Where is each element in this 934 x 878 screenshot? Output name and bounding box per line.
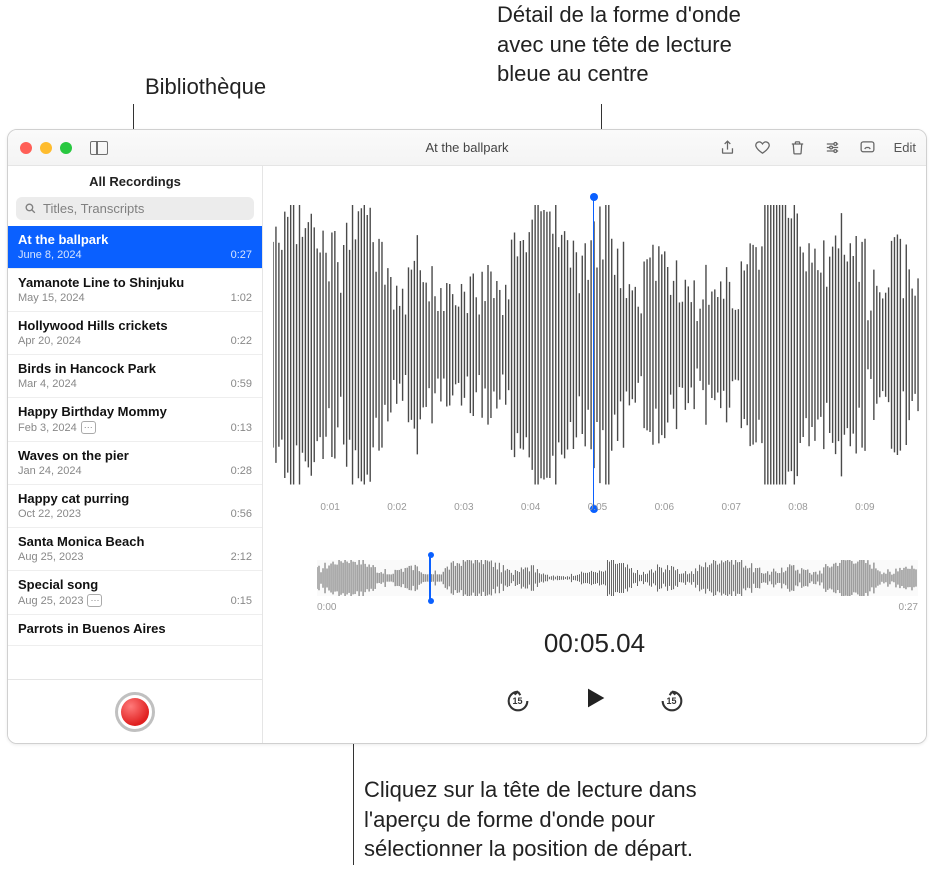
callout-overview: Cliquez sur la tête de lecture dans l'ap… — [364, 775, 697, 864]
recordings-list: At the ballpark June 8, 20240:27 Yamanote … — [8, 226, 262, 679]
time-tick: 0:04 — [521, 502, 540, 513]
recording-date: Feb 3, 2024⋯ — [18, 421, 252, 434]
recording-duration: 0:13 — [231, 422, 252, 434]
callout-text: Détail de la forme d'onde — [497, 0, 741, 30]
sidebar-header: All Recordings — [8, 166, 262, 197]
time-tick: 0:08 — [788, 502, 807, 513]
time-tick: 0:01 — [320, 502, 339, 513]
list-item[interactable]: Waves on the pier Jan 24, 20240:28 — [8, 442, 262, 485]
overview-labels: 0:00 0:27 — [317, 602, 918, 613]
titlebar: At the ballpark Edit — [8, 130, 926, 166]
time-tick: 0:07 — [721, 502, 740, 513]
recording-title: Yamanote Line to Shinjuku — [18, 275, 252, 290]
list-item[interactable]: Happy Birthday Mommy Feb 3, 2024⋯0:13 — [8, 398, 262, 442]
recording-date: Mar 4, 2024 — [18, 378, 252, 390]
skip-amount: 15 — [512, 696, 522, 706]
timecode: 00:05.04 — [263, 628, 926, 659]
skip-back-button[interactable]: 15 — [503, 686, 533, 716]
recording-title: Santa Monica Beach — [18, 534, 252, 549]
recording-duration: 0:59 — [231, 378, 252, 390]
recording-duration: 0:56 — [231, 508, 252, 520]
toolbar: Edit — [719, 139, 916, 156]
edit-button[interactable]: Edit — [894, 140, 916, 155]
callout-text: Cliquez sur la tête de lecture dans — [364, 775, 697, 805]
app-window: At the ballpark Edit All Recordings — [7, 129, 927, 744]
minimize-icon[interactable] — [40, 142, 52, 154]
search-input[interactable]: Titles, Transcripts — [16, 197, 254, 220]
settings-icon[interactable] — [824, 139, 841, 156]
overview-playhead[interactable] — [429, 554, 431, 602]
list-item[interactable]: Happy cat purring Oct 22, 20230:56 — [8, 485, 262, 528]
maximize-icon[interactable] — [60, 142, 72, 154]
recording-duration: 0:22 — [231, 335, 252, 347]
recording-date: June 8, 2024 — [18, 249, 252, 261]
list-item[interactable]: Parrots in Buenos Aires — [8, 615, 262, 646]
time-tick: 0:09 — [855, 502, 874, 513]
share-icon[interactable] — [719, 139, 736, 156]
overview-end: 0:27 — [899, 602, 918, 613]
overview-start: 0:00 — [317, 602, 336, 613]
list-item[interactable]: Birds in Hancock Park Mar 4, 20240:59 — [8, 355, 262, 398]
time-tick: 0:06 — [655, 502, 674, 513]
callout-text: avec une tête de lecture — [497, 30, 741, 60]
time-tick: 0:02 — [387, 502, 406, 513]
callout-waveform: Détail de la forme d'onde avec une tête … — [497, 0, 741, 89]
skip-forward-button[interactable]: 15 — [657, 686, 687, 716]
recording-title: Hollywood Hills crickets — [18, 318, 252, 333]
time-tick: 0:03 — [454, 502, 473, 513]
recording-title: Birds in Hancock Park — [18, 361, 252, 376]
waveform-detail[interactable] — [273, 200, 922, 490]
recording-date: Aug 25, 2023 — [18, 551, 252, 563]
trash-icon[interactable] — [789, 139, 806, 156]
search-icon — [24, 202, 37, 215]
record-area — [8, 679, 262, 743]
recording-duration: 2:12 — [231, 551, 252, 563]
callout-library: Bibliothèque — [145, 72, 266, 102]
recording-title: Waves on the pier — [18, 448, 252, 463]
recording-date: Aug 25, 2023⋯ — [18, 594, 252, 607]
play-button[interactable] — [581, 684, 609, 717]
recording-duration: 0:28 — [231, 465, 252, 477]
callout-text: bleue au centre — [497, 59, 741, 89]
transcript-badge-icon: ⋯ — [87, 594, 102, 607]
recording-title: Special song — [18, 577, 252, 592]
recording-title: Happy cat purring — [18, 491, 252, 506]
search-placeholder: Titles, Transcripts — [43, 201, 144, 216]
sidebar: All Recordings Titles, Transcripts At th… — [8, 166, 263, 743]
recording-title: At the ballpark — [18, 232, 252, 247]
recording-date: Jan 24, 2024 — [18, 465, 252, 477]
record-button[interactable] — [115, 692, 155, 732]
favorite-icon[interactable] — [754, 139, 771, 156]
skip-amount: 15 — [666, 696, 676, 706]
transcript-badge-icon: ⋯ — [81, 421, 96, 434]
recording-date: May 15, 2024 — [18, 292, 252, 304]
list-item[interactable]: Special song Aug 25, 2023⋯0:15 — [8, 571, 262, 615]
recording-date: Oct 22, 2023 — [18, 508, 252, 520]
recording-duration: 0:15 — [231, 595, 252, 607]
recording-duration: 1:02 — [231, 292, 252, 304]
list-item[interactable]: At the ballpark June 8, 20240:27 — [8, 226, 262, 269]
list-item[interactable]: Yamanote Line to Shinjuku May 15, 20241:0… — [8, 269, 262, 312]
callout-text: sélectionner la position de départ. — [364, 834, 697, 864]
time-tick: 0:05 — [588, 502, 607, 513]
transcript-icon[interactable] — [859, 139, 876, 156]
playback-controls: 15 15 — [263, 684, 926, 717]
recording-title: Parrots in Buenos Aires — [18, 621, 252, 636]
list-item[interactable]: Hollywood Hills crickets Apr 20, 20240:22 — [8, 312, 262, 355]
window-controls — [8, 142, 72, 154]
callout-text: l'aperçu de forme d'onde pour — [364, 805, 697, 835]
list-item[interactable]: Santa Monica Beach Aug 25, 20232:12 — [8, 528, 262, 571]
time-axis: 0:01 0:02 0:03 0:04 0:05 0:06 0:07 0:08 0:09 — [273, 502, 922, 513]
close-icon[interactable] — [20, 142, 32, 154]
playhead[interactable] — [593, 196, 594, 510]
recording-duration: 0:27 — [231, 249, 252, 261]
main-panel: 0:01 0:02 0:03 0:04 0:05 0:06 0:07 0:08 0:09 0:0… — [263, 166, 926, 743]
recording-date: Apr 20, 2024 — [18, 335, 252, 347]
sidebar-toggle-icon[interactable] — [90, 141, 108, 155]
waveform-overview[interactable] — [317, 560, 918, 596]
recording-title: Happy Birthday Mommy — [18, 404, 252, 419]
